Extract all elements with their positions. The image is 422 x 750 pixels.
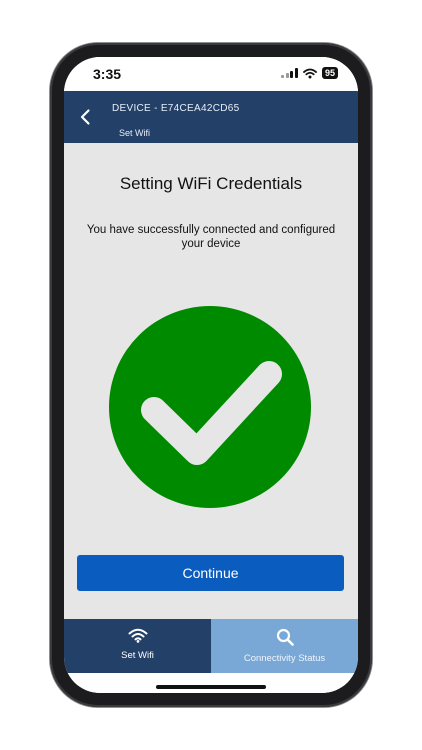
app-header: DEVICE - E74CEA42CD65 Set Wifi (64, 91, 358, 143)
home-indicator[interactable] (156, 685, 266, 689)
tab-connectivity-status[interactable]: Connectivity Status (211, 619, 358, 673)
continue-button[interactable]: Continue (77, 555, 344, 591)
back-chevron-icon[interactable] (76, 107, 96, 127)
wifi-icon (128, 628, 147, 643)
tab-set-wifi[interactable]: Set Wifi (64, 619, 211, 673)
search-icon (276, 628, 294, 646)
battery-icon: 95 (321, 67, 338, 79)
status-time: 3:35 (93, 66, 122, 82)
page-subtitle: Set Wifi (119, 128, 151, 138)
signal-icon (281, 68, 298, 78)
bottom-tab-bar: Set Wifi Connectivity Status (64, 619, 358, 673)
page-title: Setting WiFi Credentials (119, 174, 303, 193)
phone-screen: 3:35 95 DEVICE - E74CEA42CD65 Set Wifi S… (64, 57, 358, 693)
device-title: DEVICE - E74CEA42CD65 (112, 103, 240, 114)
home-area (64, 673, 358, 693)
main-content: Setting WiFi Credentials You have succes… (64, 143, 358, 619)
checkmark-circle-icon (109, 306, 311, 508)
wifi-icon (303, 68, 317, 78)
tab-label: Set Wifi (121, 650, 154, 661)
status-icons: 95 (281, 67, 338, 79)
tab-label: Connectivity Status (243, 653, 326, 664)
success-message: You have successfully connected and conf… (86, 224, 336, 250)
status-bar: 3:35 95 (64, 57, 358, 91)
